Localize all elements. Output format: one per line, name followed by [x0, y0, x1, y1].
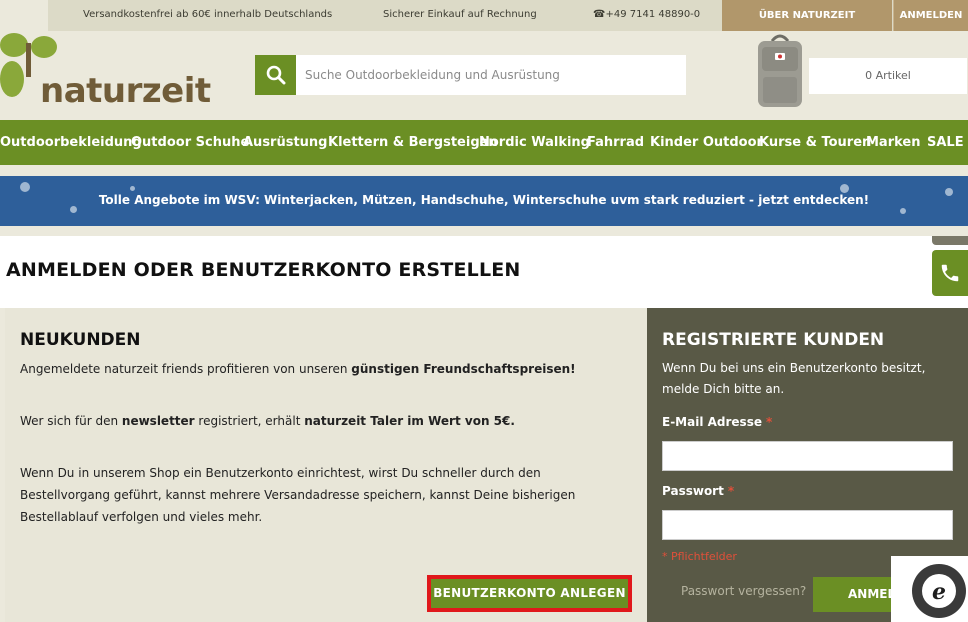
nav-item-nordic-walking[interactable]: Nordic Walking [479, 120, 590, 165]
registered-customers-heading: REGISTRIERTE KUNDEN [662, 330, 885, 350]
taler-highlight: naturzeit Taler im Wert von 5€. [304, 414, 515, 428]
friends-price-highlight: günstigen Freundschaftspreisen! [351, 362, 576, 376]
snowflake [70, 206, 77, 213]
login-link[interactable]: ANMELDEN [893, 0, 968, 31]
logo-wordmark: naturzeit [40, 71, 211, 111]
email-label-text: E-Mail Adresse [662, 415, 762, 429]
top-bar-spacer [0, 0, 48, 31]
cart-summary[interactable]: 0 Artikel [809, 58, 967, 94]
newsletter-highlight: newsletter [121, 414, 195, 428]
nav-item-klettern[interactable]: Klettern & Bergsteigen [328, 120, 498, 165]
search-icon [266, 65, 285, 85]
password-field[interactable] [662, 510, 953, 540]
email-label: E-Mail Adresse * [662, 415, 772, 429]
nav-item-kinder-outdoor[interactable]: Kinder Outdoor [650, 120, 763, 165]
create-account-label: BENUTZERKONTO ANLEGEN [431, 579, 628, 608]
side-tab[interactable] [932, 236, 968, 245]
secure-purchase-note: Sicherer Einkauf auf Rechnung [383, 9, 537, 20]
search-input[interactable] [296, 55, 686, 95]
required-star: * [765, 415, 773, 429]
required-star: * [727, 484, 735, 498]
new-customers-heading: NEUKUNDEN [20, 330, 141, 350]
newsletter-text-a: Wer sich für den [20, 414, 122, 428]
email-field[interactable] [662, 441, 953, 471]
backpack-image[interactable] [755, 31, 805, 109]
account-benefits-text: Wenn Du in unserem Shop ein Benutzerkont… [20, 466, 576, 524]
create-account-button[interactable]: BENUTZERKONTO ANLEGEN [427, 575, 632, 612]
newsletter-text-b: registriert, erhält [194, 414, 305, 428]
password-label-text: Passwort [662, 484, 724, 498]
newsletter-benefit-text: Wer sich für den newsletter registriert,… [20, 410, 632, 432]
nav-item-fahrrad[interactable]: Fahrrad [587, 120, 644, 165]
main-navigation: Outdoorbekleidung Outdoor Schuhe Ausrüst… [0, 120, 968, 165]
nav-item-outdoorbekleidung[interactable]: Outdoorbekleidung [0, 120, 142, 165]
nav-item-ausruestung[interactable]: Ausrüstung [243, 120, 328, 165]
promo-banner-text: Tolle Angebote im WSV: Winterjacken, Müt… [98, 193, 870, 207]
promo-banner[interactable]: Tolle Angebote im WSV: Winterjacken, Müt… [0, 176, 968, 226]
nav-item-kurse-touren[interactable]: Kurse & Touren [759, 120, 871, 165]
password-label: Passwort * [662, 484, 734, 498]
phone-number[interactable]: ☎+49 7141 48890-0 [593, 9, 700, 20]
svg-text:e: e [932, 579, 946, 605]
friends-benefit-text: Angemeldete naturzeit friends profitiere… [20, 358, 632, 380]
required-fields-note: * Pflichtfelder [662, 550, 737, 563]
phone-icon [941, 264, 959, 282]
snowflake [900, 208, 906, 214]
friends-text: Angemeldete naturzeit friends profitiere… [20, 362, 352, 376]
trusted-shops-seal-icon: e [912, 564, 966, 618]
about-naturzeit-link[interactable]: ÜBER NATURZEIT [722, 0, 892, 31]
search-button[interactable] [255, 55, 296, 95]
phone-contact-tab[interactable] [932, 250, 968, 296]
nav-item-marken[interactable]: Marken [866, 120, 921, 165]
snowflake [130, 186, 135, 191]
login-intro-text: Wenn Du bei uns ein Benutzerkonto besitz… [662, 361, 926, 396]
snowflake [20, 182, 30, 192]
trusted-shops-badge[interactable]: e [891, 556, 968, 622]
nav-item-outdoor-schuhe[interactable]: Outdoor Schuhe [131, 120, 249, 165]
nav-item-sale[interactable]: SALE [927, 120, 964, 165]
page-title: ANMELDEN ODER BENUTZERKONTO ERSTELLEN [6, 259, 521, 281]
free-shipping-note: Versandkostenfrei ab 60€ innerhalb Deuts… [83, 9, 333, 20]
top-bar: Versandkostenfrei ab 60€ innerhalb Deuts… [0, 0, 968, 31]
forgot-password-link[interactable]: Passwort vergessen? [681, 584, 806, 598]
naturzeit-logo[interactable]: naturzeit [0, 31, 211, 111]
page-title-bar: ANMELDEN ODER BENUTZERKONTO ERSTELLEN [0, 236, 968, 308]
snowflake [840, 184, 849, 193]
